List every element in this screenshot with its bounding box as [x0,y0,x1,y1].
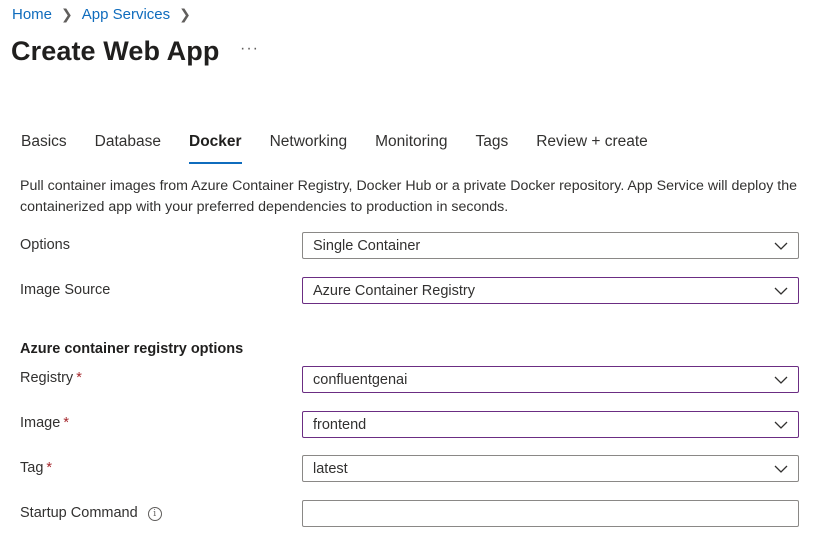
tag-dropdown[interactable]: latest [302,455,799,482]
options-dropdown[interactable]: Single Container [302,232,799,259]
chevron-down-icon [774,242,788,250]
tab-bar: Basics Database Docker Networking Monito… [21,133,676,164]
image-label-text: Image [20,415,61,431]
image-value: frontend [313,416,367,433]
tag-label: Tag * [20,460,52,476]
breadcrumb-home-link[interactable]: Home [12,6,52,23]
page-title: Create Web App [11,36,220,66]
chevron-down-icon [774,287,788,295]
chevron-down-icon [774,421,788,429]
registry-label-text: Registry [20,370,74,386]
tag-label-text: Tag [20,460,44,476]
chevron-down-icon [774,376,788,384]
startup-command-label: Startup Command i [20,505,162,521]
registry-options-heading: Azure container registry options [20,341,244,357]
tab-database[interactable]: Database [95,133,161,158]
chevron-down-icon [774,465,788,473]
registry-dropdown[interactable]: confluentgenai [302,366,799,393]
tab-docker[interactable]: Docker [189,133,242,164]
image-dropdown[interactable]: frontend [302,411,799,438]
tag-value: latest [313,460,348,477]
breadcrumb: Home ❯ App Services ❯ [12,6,200,23]
tab-monitoring[interactable]: Monitoring [375,133,447,158]
startup-command-input[interactable] [302,500,799,527]
required-marker: * [76,370,82,386]
registry-label: Registry * [20,370,82,386]
info-icon[interactable]: i [147,507,162,521]
options-label: Options [20,237,70,253]
required-marker: * [46,460,53,476]
image-source-value: Azure Container Registry [313,282,475,299]
chevron-right-icon: ❯ [179,6,191,22]
more-options-icon[interactable]: ··· [240,40,259,58]
options-value: Single Container [313,237,421,254]
image-source-label: Image Source [20,282,111,298]
required-marker: * [63,415,69,431]
breadcrumb-app-services-link[interactable]: App Services [82,6,170,23]
image-label: Image * [20,415,69,431]
image-source-dropdown[interactable]: Azure Container Registry [302,277,799,304]
tab-review-create[interactable]: Review + create [536,133,648,158]
tab-tags[interactable]: Tags [475,133,508,158]
tab-networking[interactable]: Networking [270,133,348,158]
tab-basics[interactable]: Basics [21,133,67,158]
registry-value: confluentgenai [313,371,408,388]
chevron-right-icon: ❯ [61,6,73,22]
startup-command-label-text: Startup Command [20,505,138,521]
docker-description: Pull container images from Azure Contain… [20,178,797,215]
